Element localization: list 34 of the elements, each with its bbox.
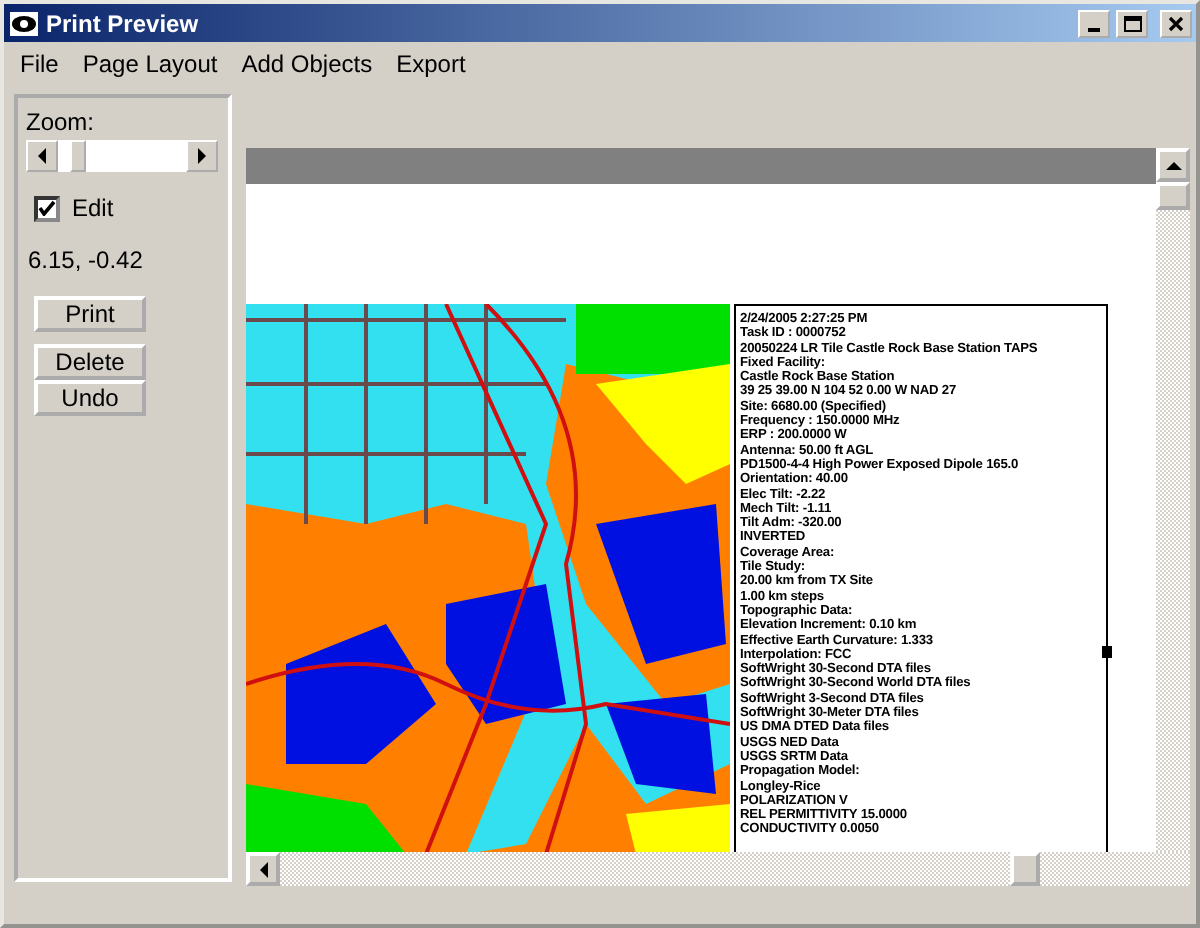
left-arrow-icon bbox=[257, 861, 269, 877]
panel-button[interactable]: Delete bbox=[34, 344, 146, 380]
left-arrow-icon bbox=[36, 148, 48, 164]
right-arrow-icon bbox=[196, 148, 208, 164]
panel-button[interactable]: Undo bbox=[34, 380, 146, 416]
scrollbar-thumb[interactable] bbox=[1156, 182, 1190, 210]
zoom-label: Zoom: bbox=[26, 108, 97, 136]
close-button[interactable] bbox=[1160, 9, 1192, 37]
selection-handle[interactable] bbox=[1102, 646, 1112, 658]
scroll-up-button[interactable] bbox=[1156, 148, 1190, 182]
up-arrow-icon bbox=[1165, 159, 1181, 171]
minimize-icon bbox=[1088, 27, 1101, 31]
panel-button[interactable]: Print bbox=[34, 296, 146, 332]
horizontal-scrollbar[interactable] bbox=[246, 852, 1190, 886]
vertical-scrollbar[interactable] bbox=[1156, 148, 1190, 852]
app-icon bbox=[8, 7, 40, 39]
window-title: Print Preview bbox=[46, 7, 199, 41]
menu-item[interactable]: File bbox=[8, 46, 71, 82]
menu-item[interactable]: Page Layout bbox=[70, 46, 230, 82]
close-icon bbox=[1168, 15, 1184, 31]
checkmark-icon bbox=[38, 200, 56, 216]
menu-item[interactable]: Export bbox=[384, 46, 478, 82]
checkbox-label: Edit bbox=[72, 192, 114, 226]
maximize-icon bbox=[1123, 15, 1142, 31]
menu-item[interactable]: Add Objects bbox=[229, 46, 385, 82]
scroll-left-button[interactable] bbox=[246, 852, 280, 886]
maximize-button[interactable] bbox=[1116, 9, 1149, 37]
edit-checkbox[interactable] bbox=[34, 195, 60, 221]
scrollbar-thumb[interactable] bbox=[1010, 852, 1040, 886]
coordinates-text: 6.15, -0.42 bbox=[28, 244, 145, 278]
scroll-right-button[interactable] bbox=[186, 140, 218, 172]
minimize-button[interactable] bbox=[1078, 9, 1111, 37]
zoom-slider-thumb[interactable] bbox=[70, 140, 87, 172]
scroll-left-button[interactable] bbox=[26, 140, 58, 172]
